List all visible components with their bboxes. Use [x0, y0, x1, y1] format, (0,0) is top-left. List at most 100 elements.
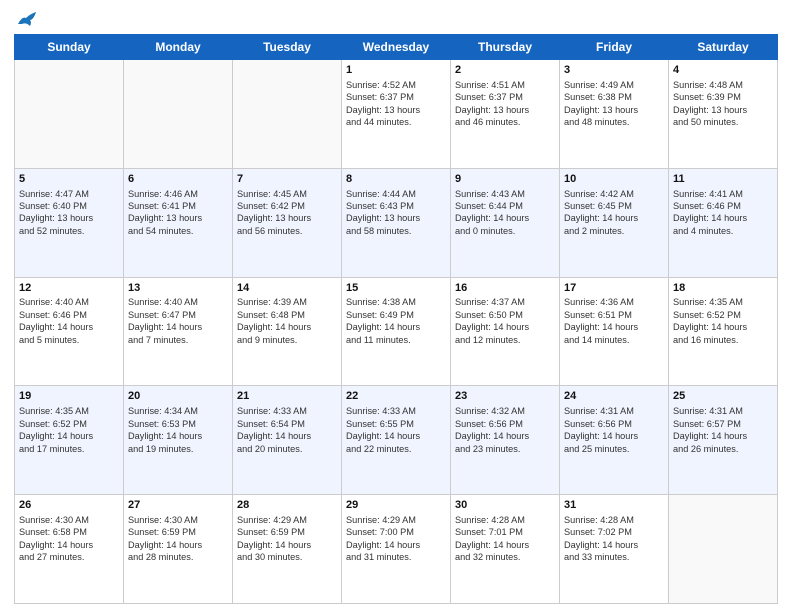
- cell-content-line: and 2 minutes.: [564, 225, 664, 237]
- day-header-tuesday: Tuesday: [233, 35, 342, 60]
- calendar-cell: [233, 60, 342, 169]
- calendar-week-row: 12Sunrise: 4:40 AMSunset: 6:46 PMDayligh…: [15, 277, 778, 386]
- cell-content-line: and 33 minutes.: [564, 551, 664, 563]
- cell-content-line: and 20 minutes.: [237, 443, 337, 455]
- cell-content-line: Sunrise: 4:36 AM: [564, 296, 664, 308]
- cell-content-line: Sunset: 6:53 PM: [128, 418, 228, 430]
- cell-content-line: and 58 minutes.: [346, 225, 446, 237]
- day-number: 1: [346, 63, 446, 78]
- cell-content-line: Daylight: 13 hours: [455, 104, 555, 116]
- day-number: 3: [564, 63, 664, 78]
- cell-content-line: Sunset: 6:41 PM: [128, 200, 228, 212]
- cell-content-line: and 32 minutes.: [455, 551, 555, 563]
- calendar-cell: 26Sunrise: 4:30 AMSunset: 6:58 PMDayligh…: [15, 495, 124, 604]
- calendar-cell: 13Sunrise: 4:40 AMSunset: 6:47 PMDayligh…: [124, 277, 233, 386]
- cell-content-line: and 26 minutes.: [673, 443, 773, 455]
- calendar-cell: 18Sunrise: 4:35 AMSunset: 6:52 PMDayligh…: [669, 277, 778, 386]
- cell-content-line: Sunset: 6:38 PM: [564, 91, 664, 103]
- day-number: 8: [346, 172, 446, 187]
- cell-content-line: and 25 minutes.: [564, 443, 664, 455]
- day-header-thursday: Thursday: [451, 35, 560, 60]
- day-number: 13: [128, 281, 228, 296]
- day-number: 29: [346, 498, 446, 513]
- cell-content-line: Sunrise: 4:46 AM: [128, 188, 228, 200]
- day-number: 18: [673, 281, 773, 296]
- cell-content-line: Sunset: 6:42 PM: [237, 200, 337, 212]
- cell-content-line: Sunrise: 4:30 AM: [128, 514, 228, 526]
- cell-content-line: Sunrise: 4:31 AM: [564, 405, 664, 417]
- day-number: 28: [237, 498, 337, 513]
- cell-content-line: Sunrise: 4:47 AM: [19, 188, 119, 200]
- cell-content-line: Sunrise: 4:39 AM: [237, 296, 337, 308]
- cell-content-line: Sunset: 6:52 PM: [19, 418, 119, 430]
- cell-content-line: Daylight: 14 hours: [128, 539, 228, 551]
- calendar-week-row: 5Sunrise: 4:47 AMSunset: 6:40 PMDaylight…: [15, 168, 778, 277]
- cell-content-line: and 54 minutes.: [128, 225, 228, 237]
- cell-content-line: Sunset: 6:51 PM: [564, 309, 664, 321]
- cell-content-line: Sunrise: 4:34 AM: [128, 405, 228, 417]
- cell-content-line: Sunrise: 4:28 AM: [455, 514, 555, 526]
- cell-content-line: Sunrise: 4:44 AM: [346, 188, 446, 200]
- day-header-friday: Friday: [560, 35, 669, 60]
- cell-content-line: and 7 minutes.: [128, 334, 228, 346]
- day-header-wednesday: Wednesday: [342, 35, 451, 60]
- calendar-week-row: 19Sunrise: 4:35 AMSunset: 6:52 PMDayligh…: [15, 386, 778, 495]
- logo-bird-icon: [16, 10, 38, 28]
- cell-content-line: Daylight: 14 hours: [237, 539, 337, 551]
- calendar-cell: 14Sunrise: 4:39 AMSunset: 6:48 PMDayligh…: [233, 277, 342, 386]
- cell-content-line: Sunset: 7:00 PM: [346, 526, 446, 538]
- cell-content-line: Sunset: 6:48 PM: [237, 309, 337, 321]
- calendar-cell: 2Sunrise: 4:51 AMSunset: 6:37 PMDaylight…: [451, 60, 560, 169]
- cell-content-line: and 19 minutes.: [128, 443, 228, 455]
- calendar-cell: 24Sunrise: 4:31 AMSunset: 6:56 PMDayligh…: [560, 386, 669, 495]
- calendar-cell: [15, 60, 124, 169]
- cell-content-line: Sunset: 6:57 PM: [673, 418, 773, 430]
- cell-content-line: and 16 minutes.: [673, 334, 773, 346]
- day-number: 31: [564, 498, 664, 513]
- cell-content-line: Daylight: 14 hours: [19, 539, 119, 551]
- cell-content-line: Daylight: 14 hours: [237, 321, 337, 333]
- calendar-cell: 17Sunrise: 4:36 AMSunset: 6:51 PMDayligh…: [560, 277, 669, 386]
- day-header-saturday: Saturday: [669, 35, 778, 60]
- cell-content-line: and 44 minutes.: [346, 116, 446, 128]
- cell-content-line: Sunset: 6:43 PM: [346, 200, 446, 212]
- calendar-cell: 27Sunrise: 4:30 AMSunset: 6:59 PMDayligh…: [124, 495, 233, 604]
- day-number: 15: [346, 281, 446, 296]
- calendar-cell: 6Sunrise: 4:46 AMSunset: 6:41 PMDaylight…: [124, 168, 233, 277]
- day-number: 27: [128, 498, 228, 513]
- cell-content-line: and 56 minutes.: [237, 225, 337, 237]
- day-header-sunday: Sunday: [15, 35, 124, 60]
- cell-content-line: Sunrise: 4:41 AM: [673, 188, 773, 200]
- cell-content-line: Sunset: 6:47 PM: [128, 309, 228, 321]
- cell-content-line: Daylight: 14 hours: [128, 430, 228, 442]
- cell-content-line: Sunrise: 4:32 AM: [455, 405, 555, 417]
- calendar-cell: 31Sunrise: 4:28 AMSunset: 7:02 PMDayligh…: [560, 495, 669, 604]
- calendar-week-row: 1Sunrise: 4:52 AMSunset: 6:37 PMDaylight…: [15, 60, 778, 169]
- cell-content-line: Sunrise: 4:40 AM: [19, 296, 119, 308]
- day-number: 16: [455, 281, 555, 296]
- cell-content-line: Daylight: 13 hours: [19, 212, 119, 224]
- cell-content-line: and 48 minutes.: [564, 116, 664, 128]
- calendar-cell: 25Sunrise: 4:31 AMSunset: 6:57 PMDayligh…: [669, 386, 778, 495]
- cell-content-line: Sunrise: 4:29 AM: [237, 514, 337, 526]
- cell-content-line: Sunrise: 4:35 AM: [19, 405, 119, 417]
- calendar-cell: 9Sunrise: 4:43 AMSunset: 6:44 PMDaylight…: [451, 168, 560, 277]
- day-number: 22: [346, 389, 446, 404]
- day-number: 30: [455, 498, 555, 513]
- day-number: 25: [673, 389, 773, 404]
- cell-content-line: and 31 minutes.: [346, 551, 446, 563]
- cell-content-line: and 23 minutes.: [455, 443, 555, 455]
- cell-content-line: Sunrise: 4:42 AM: [564, 188, 664, 200]
- cell-content-line: Sunset: 6:55 PM: [346, 418, 446, 430]
- cell-content-line: and 52 minutes.: [19, 225, 119, 237]
- cell-content-line: Daylight: 14 hours: [673, 321, 773, 333]
- calendar-cell: 5Sunrise: 4:47 AMSunset: 6:40 PMDaylight…: [15, 168, 124, 277]
- cell-content-line: and 11 minutes.: [346, 334, 446, 346]
- cell-content-line: Sunset: 6:46 PM: [19, 309, 119, 321]
- calendar-cell: 15Sunrise: 4:38 AMSunset: 6:49 PMDayligh…: [342, 277, 451, 386]
- day-number: 4: [673, 63, 773, 78]
- header: [14, 10, 778, 28]
- cell-content-line: Daylight: 14 hours: [564, 212, 664, 224]
- cell-content-line: Sunset: 6:50 PM: [455, 309, 555, 321]
- calendar-cell: [669, 495, 778, 604]
